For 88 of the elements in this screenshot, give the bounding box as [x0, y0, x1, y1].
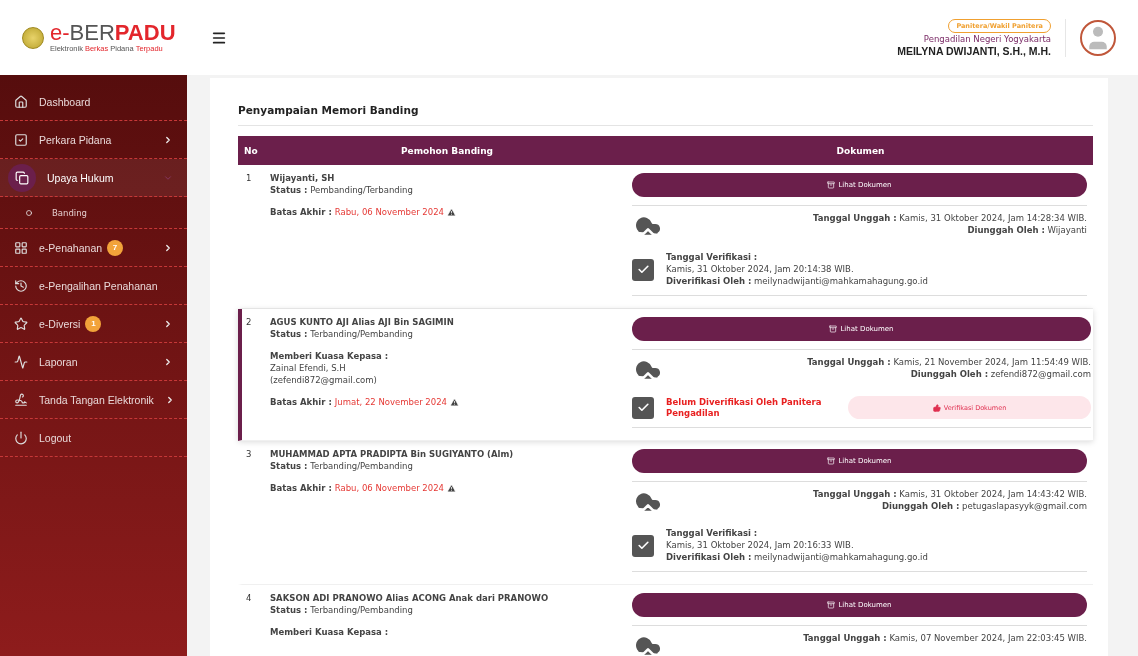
deadline-label: Batas Akhir : — [270, 483, 332, 494]
deadline-date: Jumat, 22 November 2024 — [334, 397, 447, 408]
upload-date: Tanggal Unggah : Kamis, 31 Oktober 2024, Jam 14:28:34 WIB. — [813, 213, 1087, 224]
attorney-email: (zefendi872@gmail.com) — [270, 375, 378, 386]
thumbs-up-icon — [932, 403, 941, 412]
sidebar-label: Perkara Pidana — [39, 133, 112, 146]
menu-item-icon — [14, 392, 28, 407]
appellant-name: AGUS KUNTO AJI Alias AJI Bin SAGIMIN — [270, 317, 455, 328]
menu-item-icon — [14, 132, 28, 147]
verification-label: Tanggal Verifikasi : — [666, 252, 759, 263]
unverified-warning: Belum Diverifikasi Oleh Panitera Pengadilan — [666, 396, 823, 419]
checkbox-icon — [632, 534, 654, 557]
appellant-name: Wijayanti, SH — [270, 173, 336, 184]
count-badge: 7 — [107, 239, 124, 256]
verification-date: Kamis, 31 Oktober 2024, Jam 20:16:33 WIB. — [666, 540, 855, 551]
sidebar-label: e-Penahanan — [39, 241, 103, 254]
emblem-logo — [22, 26, 44, 49]
checkbox-icon — [632, 258, 654, 281]
count-badge: 1 — [85, 315, 102, 332]
status-text: Status : Terbanding/Pembanding — [270, 605, 414, 616]
sidebar-label: e-Diversi — [39, 317, 81, 330]
menu-item-icon — [14, 240, 28, 255]
sidebar-item[interactable]: e-Penahanan 7 — [0, 229, 187, 267]
court-name: Pengadilan Negeri Yogyakarta — [923, 33, 1051, 44]
sidebar-label: Upaya Hukum — [47, 171, 114, 184]
menu-item-icon — [14, 316, 28, 331]
submenu-label: Banding — [52, 207, 87, 218]
avatar-icon[interactable] — [1080, 19, 1116, 56]
verifier: Diverifikasi Oleh : meilynadwijanti@mahkamahagung.go.id — [666, 552, 928, 563]
status-text: Status : Pembanding/Terbanding — [270, 185, 414, 196]
verifier: Diverifikasi Oleh : meilynadwijanti@mahkamahagung.go.id — [666, 276, 928, 287]
sidebar-label: e-Pengalihan Penahanan — [39, 279, 158, 292]
verification-date: Kamis, 31 Oktober 2024, Jam 20:14:38 WIB. — [666, 264, 855, 275]
uploader: Diunggah Oleh : petugaslapasyyk@gmail.com — [882, 501, 1087, 512]
deadline-date: Rabu, 06 November 2024 — [334, 483, 444, 494]
sidebar-item[interactable]: Tanda Tangan Elektronik — [0, 381, 187, 419]
brand-name: e-BERPADU — [50, 22, 176, 44]
upload-date: Tanggal Unggah : Kamis, 21 November 2024, Jam 11:54:49 WIB. — [807, 357, 1091, 368]
sidebar-item[interactable]: Upaya Hukum — [0, 159, 187, 197]
column-header: Pemohon Banding — [399, 145, 495, 156]
sidebar-label: Tanda Tangan Elektronik — [39, 393, 154, 406]
archive-icon — [827, 457, 836, 465]
column-header: Dokumen — [835, 145, 886, 156]
uploader: Diunggah Oleh : Wijayanti — [967, 225, 1087, 236]
archive-icon — [827, 601, 836, 609]
row-number: 4 — [245, 593, 253, 605]
sidebar-label: Dashboard — [39, 95, 91, 108]
page-title: Penyampaian Memori Banding — [238, 104, 1093, 126]
attorney-name: Zainal Efendi, S.H — [270, 363, 347, 374]
row-number: 3 — [245, 449, 253, 461]
appellant-name: MUHAMMAD APTA PRADIPTA Bin SUGIYANTO (Alm) — [270, 449, 515, 460]
menu-item-icon — [14, 94, 28, 109]
menu-item-icon — [14, 430, 28, 445]
sidebar-label: Laporan — [39, 355, 78, 368]
upload-date: Tanggal Unggah : Kamis, 07 November 2024, Jam 22:03:45 WIB. — [803, 633, 1087, 644]
sidebar-item[interactable]: Perkara Pidana — [0, 121, 187, 159]
uploader: Diunggah Oleh : zefendi872@gmail.com — [910, 369, 1091, 380]
deadline-label: Batas Akhir : — [270, 207, 332, 218]
appellant-name: SAKSON ADI PRANOWO Alias ACONG Anak dari PRANOWO — [270, 593, 550, 604]
bullet-icon — [26, 209, 32, 216]
column-header: No — [243, 145, 259, 156]
status-text: Status : Terbanding/Pembanding — [270, 461, 414, 472]
archive-icon — [827, 181, 836, 189]
upload-date: Tanggal Unggah : Kamis, 31 Oktober 2024, Jam 14:43:42 WIB. — [813, 489, 1087, 500]
submenu-item[interactable]: Banding — [0, 197, 187, 229]
attorney-label: Memberi Kuasa Kepasa : — [270, 351, 390, 362]
sidebar-item[interactable]: e-Pengalihan Penahanan — [0, 267, 187, 305]
sidebar-item[interactable]: Laporan — [0, 343, 187, 381]
status-text: Status : Terbanding/Pembanding — [270, 329, 414, 340]
user-name: MEILYNA DWIJANTI, S.H., M.H. — [897, 44, 1051, 57]
deadline-date: Rabu, 06 November 2024 — [334, 207, 444, 218]
warning-icon — [446, 208, 456, 217]
sidebar-label: Logout — [39, 431, 72, 444]
row-number: 1 — [245, 173, 253, 185]
archive-icon — [829, 325, 838, 333]
verification-label: Tanggal Verifikasi : — [666, 528, 759, 539]
attorney-label: Memberi Kuasa Kepasa : — [270, 627, 390, 638]
warning-icon — [450, 398, 459, 407]
checkbox-icon — [632, 396, 654, 419]
sidebar-item[interactable]: e-Diversi 1 — [0, 305, 187, 343]
sidebar-item[interactable]: Dashboard — [0, 83, 187, 121]
menu-item-icon — [14, 278, 28, 293]
row-number: 2 — [245, 317, 253, 329]
sidebar-item[interactable]: Logout — [0, 419, 187, 457]
warning-icon — [446, 484, 456, 493]
menu-item-icon — [14, 354, 28, 369]
deadline-label: Batas Akhir : — [270, 397, 332, 408]
menu-item-icon — [8, 163, 36, 192]
